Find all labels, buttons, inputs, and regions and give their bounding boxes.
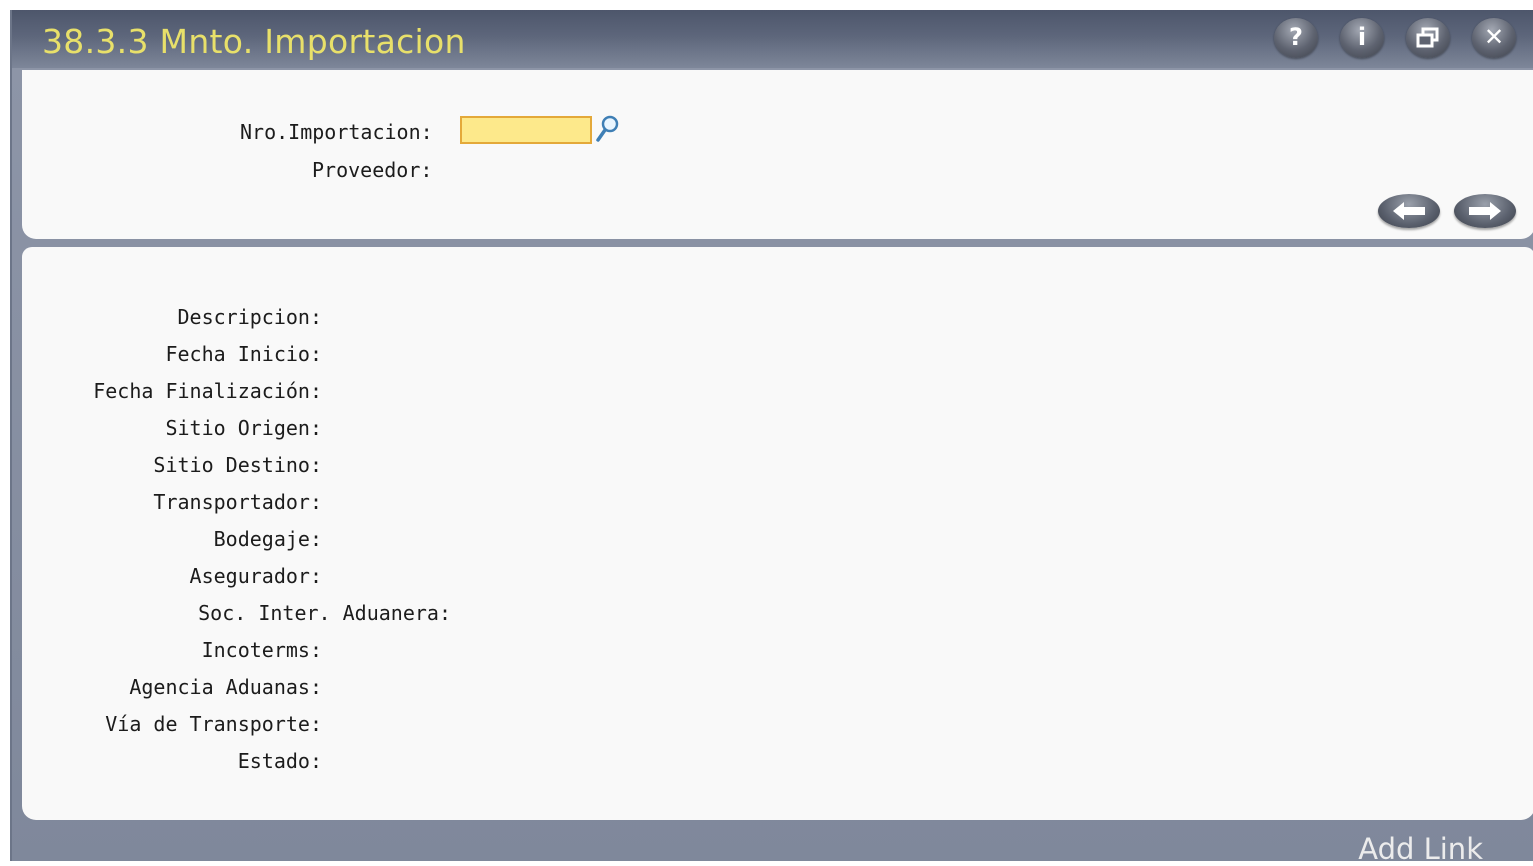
soc-inter-aduanera-label: Soc. Inter. Aduanera: xyxy=(198,601,451,625)
via-de-transporte-label: Vía de Transporte: xyxy=(105,712,322,736)
restore-icon[interactable] xyxy=(1406,18,1450,58)
arrow-right-icon xyxy=(1469,202,1501,220)
next-record-button[interactable] xyxy=(1454,194,1516,228)
transportador-label: Transportador: xyxy=(153,490,322,514)
asegurador-label: Asegurador: xyxy=(189,564,322,588)
nro-importacion-input[interactable] xyxy=(460,116,592,144)
incoterms-label: Incoterms: xyxy=(201,638,322,662)
close-icon[interactable]: ✕ xyxy=(1472,18,1516,58)
import-maintenance-window: 38.3.3 Mnto. Importacion ? i ✕ Nro.Impor… xyxy=(10,10,1533,866)
window-titlebar: 38.3.3 Mnto. Importacion ? i ✕ xyxy=(12,10,1533,68)
sitio-destino-label: Sitio Destino: xyxy=(153,453,322,477)
estado-label: Estado: xyxy=(237,749,322,773)
arrow-left-icon xyxy=(1393,202,1425,220)
nro-importacion-label: Nro.Importacion: xyxy=(240,120,433,144)
descripcion-label: Descripcion: xyxy=(177,305,323,329)
proveedor-label: Proveedor: xyxy=(312,158,433,182)
previous-record-button[interactable] xyxy=(1378,194,1440,228)
bodegaje-label: Bodegaje: xyxy=(213,527,322,551)
search-panel: Nro.Importacion: Proveedor: xyxy=(22,70,1533,239)
window-title: 38.3.3 Mnto. Importacion xyxy=(42,22,466,61)
detail-panel: Descripcion: Fecha Inicio: Fecha Finaliz… xyxy=(22,247,1533,820)
info-icon[interactable]: i xyxy=(1340,18,1384,58)
fecha-finalizacion-label: Fecha Finalización: xyxy=(93,379,322,403)
help-icon[interactable]: ? xyxy=(1274,18,1318,58)
sitio-origen-label: Sitio Origen: xyxy=(165,416,322,440)
search-lookup-icon[interactable] xyxy=(594,114,622,144)
fecha-inicio-label: Fecha Inicio: xyxy=(165,342,322,366)
agencia-aduanas-label: Agencia Aduanas: xyxy=(129,675,322,699)
